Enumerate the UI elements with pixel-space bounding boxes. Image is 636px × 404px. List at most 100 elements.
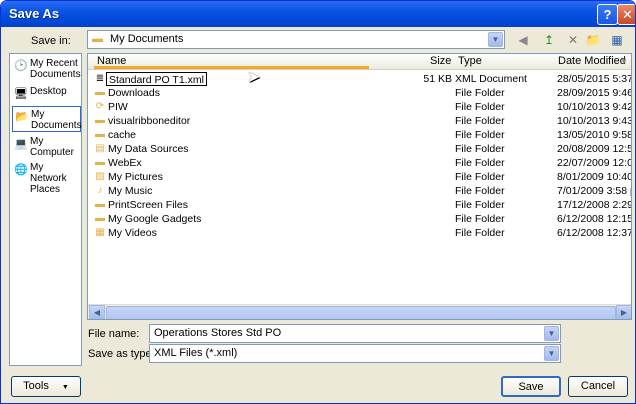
file-type: File Folder: [455, 115, 505, 127]
file-name: My Data Sources: [108, 143, 189, 155]
tools-button[interactable]: Tools ▼: [11, 376, 81, 397]
file-date: 6/12/2008 12:37 p: [557, 227, 632, 239]
folder-icon: ▬: [95, 87, 105, 98]
place-label: My Network Places: [30, 162, 67, 195]
folder-icon: ▬: [95, 157, 105, 168]
file-date: 17/12/2008 2:29 p.: [557, 199, 632, 211]
file-row[interactable]: ▦My Videos File Folder 6/12/2008 12:37 p: [88, 226, 632, 240]
help-button[interactable]: ?: [597, 4, 618, 25]
column-header-type[interactable]: Type: [458, 54, 482, 69]
file-date: 8/01/2009 10:40 a.: [557, 171, 632, 183]
videos-folder-icon: ▦: [95, 227, 105, 238]
file-name: My Music: [108, 185, 153, 197]
file-list[interactable]: Name Size Type Date Modified ▼ ≣ Standard…: [87, 53, 632, 320]
file-date: 7/01/2009 3:58 p.m: [557, 185, 631, 197]
file-name-input[interactable]: Operations Stores Std PO ▼: [149, 324, 561, 343]
file-row[interactable]: ▬cache File Folder 13/05/2010 9:58 a.: [88, 128, 632, 142]
file-name: PrintScreen Files: [108, 199, 188, 211]
folder-icon: ▬: [92, 33, 103, 45]
my-documents-icon: 📂: [15, 111, 29, 123]
recent-icon: 🕑: [14, 60, 28, 72]
save-as-dialog: Save As ? ✕ Save in: ▬ My Documents ▼ ◀ …: [0, 0, 636, 404]
column-header-size[interactable]: Size: [430, 54, 451, 69]
close-button[interactable]: ✕: [617, 4, 635, 25]
file-name: Standard PO T1.xml: [106, 72, 207, 86]
file-date: 13/05/2010 9:58 a.: [557, 129, 632, 141]
chevron-down-icon[interactable]: ▼: [488, 32, 503, 47]
xml-file-icon: ≣: [95, 73, 105, 84]
file-date: 20/08/2009 12:54 p: [557, 143, 631, 155]
back-icon[interactable]: ◀: [513, 32, 533, 48]
file-name: My Pictures: [108, 171, 163, 183]
save-as-type-dropdown[interactable]: XML Files (*.xml) ▼: [149, 344, 561, 363]
file-date: 22/07/2009 12:01 p: [557, 157, 631, 169]
place-label: My Computer: [30, 136, 74, 158]
place-my-recent-documents[interactable]: 🕑 My Recent Documents: [12, 56, 81, 82]
file-type: File Folder: [455, 185, 505, 197]
file-type: File Folder: [455, 227, 505, 239]
desktop-icon: 🖥: [14, 88, 28, 100]
file-name: My Videos: [108, 227, 157, 239]
sort-arrow-icon: ▼: [620, 57, 628, 66]
file-name: My Google Gadgets: [108, 213, 202, 225]
file-row[interactable]: ▤ My Data Sources File Folder 20/08/2009 12…: [88, 142, 631, 156]
file-date: 6/12/2008 12:15 p: [557, 213, 632, 225]
network-icon: 🌐: [14, 164, 28, 176]
file-date: 28/05/2015 5:37 p.: [557, 73, 632, 85]
scroll-right-icon[interactable]: ▶: [616, 305, 631, 319]
save-in-dropdown[interactable]: ▬ My Documents ▼: [87, 30, 505, 49]
file-row[interactable]: ▬Downloads File Folder 28/09/2015 9:46 a.: [88, 86, 631, 100]
title-bar[interactable]: Save As ? ✕: [1, 1, 635, 27]
file-size: 51 KB: [423, 73, 452, 85]
file-row[interactable]: ♪ My Music File Folder 7/01/2009 3:58 p.m: [88, 184, 632, 198]
file-row[interactable]: ▬ PrintScreen Files File Folder 17/12/2008 …: [88, 198, 632, 212]
file-type: XML Document: [455, 73, 527, 85]
folder-icon: ▬: [95, 129, 105, 140]
file-row[interactable]: ▬WebEx File Folder 22/07/2009 12:01 p: [88, 156, 631, 170]
file-name-label: File name:: [88, 328, 140, 340]
folder-icon: ▬: [95, 213, 105, 224]
save-button[interactable]: Save: [501, 376, 561, 397]
file-type: File Folder: [455, 143, 505, 155]
scroll-left-icon[interactable]: ◀: [89, 305, 105, 319]
folder-icon: ▬: [95, 115, 105, 126]
save-in-label: Save in:: [31, 35, 71, 47]
place-label: My Documents: [31, 109, 82, 131]
delete-icon[interactable]: ✕: [566, 32, 580, 48]
chevron-down-icon: ▼: [61, 384, 69, 391]
place-my-computer[interactable]: 💻 My Computer: [12, 134, 81, 160]
computer-icon: 💻: [14, 138, 28, 150]
file-row[interactable]: ≣ Standard PO T1.xml 51 KB XML Document 28/0…: [88, 72, 632, 86]
place-label: My Recent Documents: [30, 58, 81, 80]
place-desktop[interactable]: 🖥 Desktop: [12, 84, 81, 100]
cancel-button[interactable]: Cancel: [568, 376, 628, 397]
scrollbar-thumb[interactable]: [106, 306, 616, 319]
save-as-type-label: Save as type:: [88, 348, 155, 360]
file-name: WebEx: [108, 157, 142, 169]
file-name: cache: [108, 129, 137, 141]
chevron-down-icon[interactable]: ▼: [544, 326, 559, 341]
chevron-down-icon[interactable]: ▼: [544, 346, 559, 361]
file-name: PIW: [108, 101, 128, 113]
places-bar: 🕑 My Recent Documents 🖥 Desktop 📂 My Doc…: [9, 53, 82, 366]
place-label: Desktop: [30, 86, 67, 97]
file-type: File Folder: [455, 171, 505, 183]
file-type: File Folder: [455, 129, 505, 141]
file-row[interactable]: ▬ My Google Gadgets File Folder 6/12/2008 1…: [88, 212, 632, 226]
new-folder-icon[interactable]: 📁: [585, 32, 601, 48]
column-header-row: Name Size Type Date Modified ▼: [88, 54, 631, 70]
place-my-network-places[interactable]: 🌐 My Network Places: [12, 160, 81, 197]
save-in-value: My Documents: [110, 33, 184, 45]
file-type: File Folder: [455, 213, 505, 225]
file-row[interactable]: ▬ visualribboneditor File Folder 10/10/2013…: [88, 114, 631, 128]
place-my-documents[interactable]: 📂 My Documents: [12, 106, 82, 132]
up-folder-icon[interactable]: ↥: [541, 32, 557, 48]
file-type: File Folder: [455, 87, 505, 99]
file-row[interactable]: ▨My Pictures File Folder 8/01/2009 10:40 a…: [88, 170, 632, 184]
file-name-value[interactable]: Operations Stores Std PO: [154, 327, 281, 339]
file-name: visualribboneditor: [108, 115, 191, 127]
column-header-date-modified[interactable]: Date Modified: [558, 54, 626, 69]
views-icon[interactable]: ▦: [605, 32, 629, 48]
file-row[interactable]: ⟳PIW File Folder 10/10/2013 9:42 a.: [88, 100, 631, 114]
horizontal-scrollbar[interactable]: ◀ ▶: [88, 304, 631, 319]
